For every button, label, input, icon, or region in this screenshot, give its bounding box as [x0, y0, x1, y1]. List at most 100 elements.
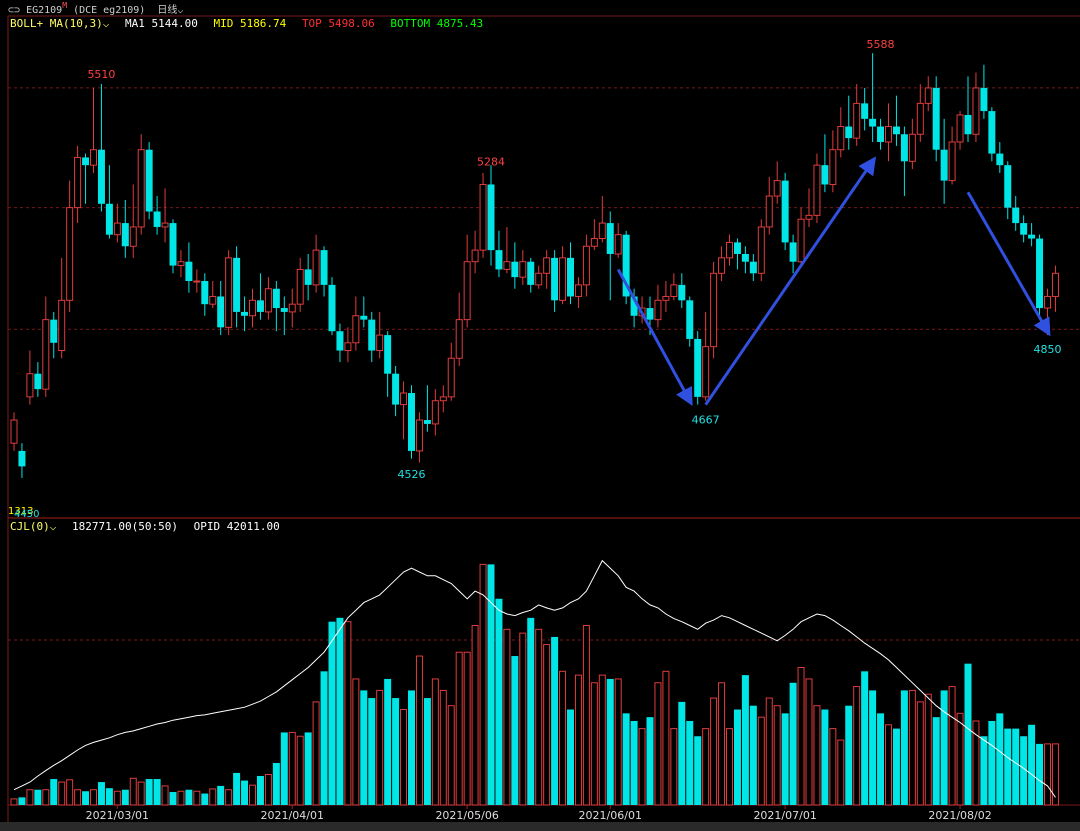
volume-bar-up [209, 788, 217, 806]
volume-bar-up [26, 789, 34, 806]
candle-body-up [471, 249, 479, 263]
candle-body-up [42, 319, 50, 390]
candle [26, 350, 34, 405]
candle-body-down [861, 103, 869, 119]
indicator-name[interactable]: BOLL+ MA(10,3)⌵ [10, 17, 109, 30]
candle-body-down [1036, 238, 1044, 309]
candle [924, 76, 932, 112]
volume-bar-up [415, 655, 423, 806]
candle [559, 246, 567, 305]
volume-bar-up [853, 686, 861, 806]
x-tick-label: 2021/07/01 [753, 809, 816, 822]
candle [940, 118, 948, 204]
volume-bar-down [320, 671, 328, 805]
main-indicator-legend[interactable]: BOLL+ MA(10,3)⌵ MA1 5144.00 MID 5186.74 … [10, 17, 492, 30]
volume-bar-up [447, 705, 455, 806]
candle [964, 76, 972, 142]
candle [877, 118, 885, 150]
volume-bar-up [582, 624, 590, 806]
candle-body-up [58, 299, 66, 352]
volume-bar-up [503, 628, 511, 806]
candle [527, 257, 535, 293]
candle [376, 311, 384, 359]
candle [105, 165, 113, 239]
volume-bar-down [392, 698, 400, 805]
symbol-title-bar[interactable]: ⊂⊃ EG2109M (DCE eg2109) 日线⌵ [8, 1, 183, 16]
candle [336, 323, 344, 363]
volume-bar-down [304, 732, 312, 805]
candle [574, 277, 582, 309]
price-annotation-label: 4667 [692, 414, 720, 427]
candle [1020, 215, 1028, 243]
candle [392, 365, 400, 417]
volume-bar-down [789, 682, 797, 805]
volume-bar-down [630, 720, 638, 805]
candle-body-down [272, 288, 280, 309]
volume-indicator-legend[interactable]: CJL(0)⌵ 182771.00(50:50) OPID 42011.00 [10, 520, 289, 533]
chevron-down-icon[interactable]: ⌵ [50, 520, 57, 533]
volume-value: 182771.00(50:50) [72, 520, 178, 533]
candle [781, 172, 789, 251]
period-selector[interactable]: 日线 [157, 5, 177, 16]
candle [439, 385, 447, 413]
volume-bar-up [66, 779, 74, 806]
candle-body-up [415, 419, 423, 452]
volume-bar-up [598, 674, 606, 806]
candle-body-up [598, 222, 606, 240]
candle [1051, 265, 1059, 312]
candle [519, 250, 527, 285]
candle-body-up [90, 149, 97, 166]
candle [264, 277, 272, 320]
candle [400, 381, 408, 440]
candle [18, 443, 26, 478]
candle-body-up [352, 315, 360, 344]
candle [916, 84, 924, 142]
candle-body-down [567, 257, 574, 297]
link-icon[interactable]: ⊂⊃ [8, 5, 20, 16]
candle [90, 87, 97, 173]
volume-bar-down [97, 782, 105, 805]
candle-body-up [535, 272, 543, 286]
top-value: TOP 5498.06 [301, 17, 375, 30]
chevron-down-icon[interactable]: ⌵ [177, 5, 183, 16]
candle-body-down [169, 223, 177, 266]
candle-body-down [900, 134, 908, 162]
volume-bar-down [694, 736, 702, 805]
candle [702, 311, 710, 401]
trend-arrows [616, 156, 1051, 407]
candle [567, 242, 574, 305]
candle [614, 223, 622, 258]
volume-bar-up [177, 790, 185, 806]
candle [1036, 234, 1044, 320]
volume-bar-up [885, 724, 892, 806]
volume-bar-up [58, 781, 66, 806]
candle [726, 234, 733, 266]
candle-body-down [733, 242, 741, 254]
candle [431, 389, 439, 436]
volume-bar-up [137, 781, 145, 806]
volume-bar-down [201, 793, 209, 805]
chevron-down-icon[interactable]: ⌵ [103, 17, 110, 30]
volume-bar-down [328, 621, 336, 805]
volume-bar-down [940, 690, 948, 805]
candle-body-down [646, 308, 654, 320]
candle [225, 250, 233, 336]
candle [535, 265, 543, 289]
volume-bar-up [400, 709, 408, 806]
volume-bar-up [439, 689, 447, 806]
x-tick-label: 2021/05/06 [435, 809, 498, 822]
volume-bar-down [678, 701, 686, 805]
ma1-value: MA1 5144.00 [124, 17, 198, 30]
volume-bar-up [42, 789, 50, 806]
candle [360, 296, 368, 328]
volume-bar-down [272, 762, 280, 805]
volume-bar-up [249, 784, 256, 806]
volume-indicator-name[interactable]: CJL(0)⌵ [10, 520, 56, 533]
volume-bar-down [34, 789, 42, 805]
volume-bar-down [686, 720, 694, 805]
volume-bar-down [105, 788, 113, 805]
candle [503, 226, 511, 274]
volume-bar-down [495, 598, 503, 805]
candle [821, 134, 829, 193]
candle-body-up [972, 87, 980, 135]
